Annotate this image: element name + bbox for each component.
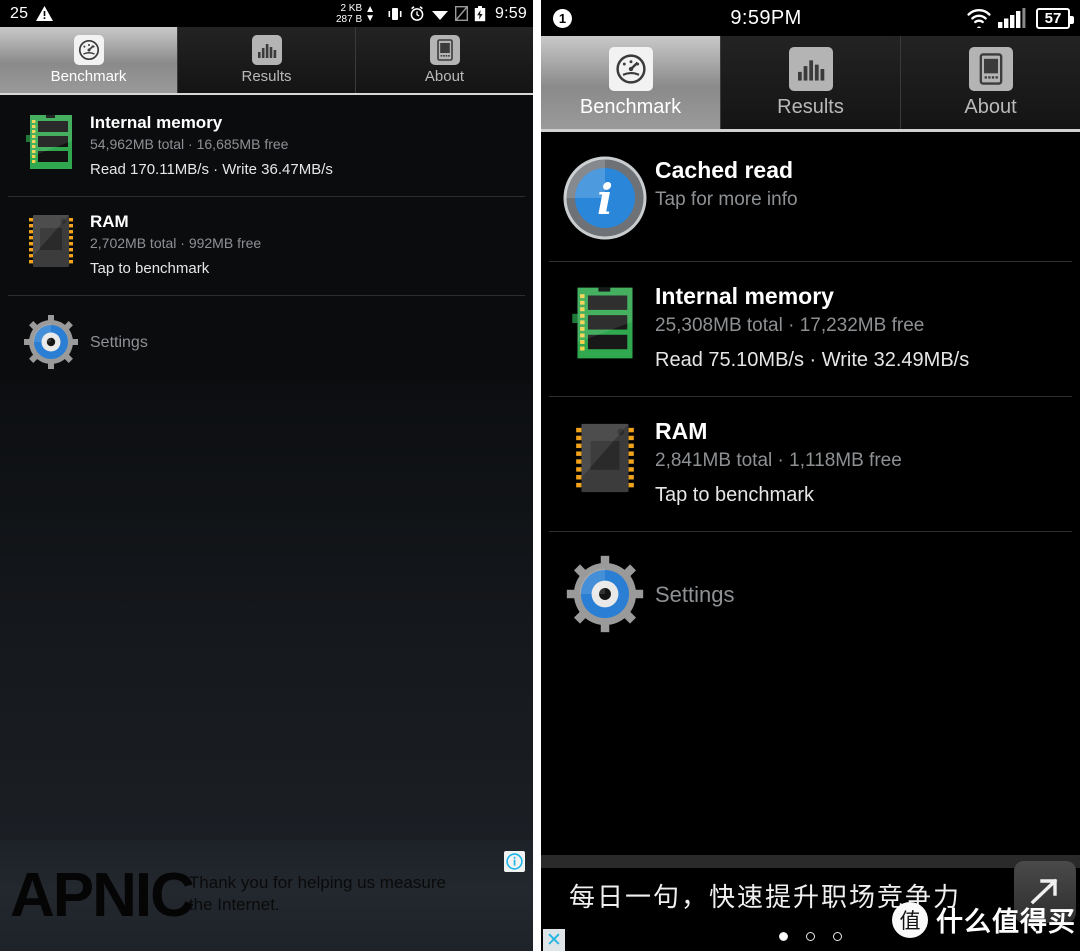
list-item-ram[interactable]: RAM 2,841MB total · 1,118MB free Tap to … xyxy=(541,396,1080,531)
tab-about-label: About xyxy=(424,68,465,85)
status-time: 9:59 xyxy=(495,4,527,22)
carousel-dot-2[interactable] xyxy=(806,932,815,941)
list-item-internal-memory[interactable]: Internal memory 25,308MB total · 17,232M… xyxy=(541,261,1080,396)
speedometer-icon xyxy=(608,46,653,91)
left-empty-area xyxy=(0,383,533,840)
list-item-title: Settings xyxy=(655,581,735,607)
right-empty-area xyxy=(541,640,1080,855)
list-item-title: Cached read xyxy=(655,157,794,183)
battery-charging-icon xyxy=(474,5,486,22)
tab-about[interactable]: About xyxy=(900,36,1080,129)
list-item-title: RAM xyxy=(90,212,129,231)
cached-read-text: Cached read Tap for more info xyxy=(655,155,1068,214)
wifi-icon xyxy=(966,8,992,28)
phone-icon xyxy=(429,35,460,65)
list-item-settings[interactable]: Settings xyxy=(0,295,533,389)
screenshot-stage: 25 2 KB 287 B ▲ ▼ 9:59 Benchmark Results… xyxy=(0,0,1080,951)
list-item-subtitle: 25,308MB total · 17,232MB free xyxy=(655,315,925,336)
signal-bars-icon xyxy=(998,8,1030,28)
ad-close-button[interactable]: ✕ xyxy=(543,929,565,951)
status-time: 9:59PM xyxy=(730,6,802,29)
carousel-dot-1[interactable] xyxy=(779,932,788,941)
traffic-up-value: 2 KB xyxy=(340,2,363,14)
traffic-down-value: 287 B xyxy=(336,13,363,25)
right-phone-screen: 1 9:59PM 57 Benchmark Results About i Ca… xyxy=(541,0,1080,951)
tab-results-label: Results xyxy=(777,95,844,118)
adchoices-info-icon[interactable] xyxy=(504,851,525,872)
right-status-bar: 1 9:59PM 57 xyxy=(541,0,1080,36)
memory-stick-green-icon xyxy=(12,111,90,173)
watermark-text: 什么值得买 xyxy=(936,907,1076,938)
left-ad-banner[interactable]: APNIC Thank you for helping us measure t… xyxy=(0,840,533,951)
list-item-title: Internal memory xyxy=(655,283,834,309)
svg-text:i: i xyxy=(597,175,613,224)
list-item-detail: Tap to benchmark xyxy=(90,260,210,277)
ram-text: RAM 2,702MB total · 992MB free Tap to be… xyxy=(90,210,523,281)
list-item-cached-read[interactable]: i Cached read Tap for more info xyxy=(541,135,1080,261)
memory-stick-green-icon xyxy=(555,281,655,365)
list-item-subtitle: 2,702MB total · 992MB free xyxy=(90,235,262,251)
tab-benchmark-label: Benchmark xyxy=(579,95,682,118)
list-item-detail: Read 75.10MB/s · Write 32.49MB/s xyxy=(655,349,970,371)
left-benchmark-list: Internal memory 54,962MB total · 16,685M… xyxy=(0,97,533,389)
tab-benchmark[interactable]: Benchmark xyxy=(541,36,720,129)
list-item-detail: Read 170.11MB/s · Write 36.47MB/s xyxy=(90,161,333,178)
tab-results-label: Results xyxy=(241,68,292,85)
right-tab-bar: Benchmark Results About xyxy=(541,36,1080,132)
notification-badge: 1 xyxy=(553,8,572,28)
list-item-subtitle: 2,841MB total · 1,118MB free xyxy=(655,450,902,471)
info-circle-icon: i xyxy=(555,155,655,241)
left-status-bar: 25 2 KB 287 B ▲ ▼ 9:59 xyxy=(0,0,533,27)
list-item-title: RAM xyxy=(655,418,708,444)
tab-results[interactable]: Results xyxy=(177,27,355,93)
list-item-title: Settings xyxy=(90,333,148,351)
gear-settings-icon xyxy=(12,313,90,371)
ad-separator xyxy=(541,855,1080,868)
ram-chip-icon xyxy=(12,210,90,272)
apnic-logo: APNIC xyxy=(10,860,195,930)
list-item-internal-memory[interactable]: Internal memory 54,962MB total · 16,685M… xyxy=(0,97,533,196)
settings-text: Settings xyxy=(655,579,1068,610)
tab-about-label: About xyxy=(964,95,1017,118)
left-tab-bar: Benchmark Results About xyxy=(0,27,533,95)
apnic-tagline: Thank you for helping us measure the Int… xyxy=(188,872,446,914)
list-item-subtitle: 54,962MB total · 16,685MB free xyxy=(90,136,289,152)
phone-icon xyxy=(968,46,1013,91)
internal-memory-text: Internal memory 54,962MB total · 16,685M… xyxy=(90,111,523,182)
watermark-mark: 值 xyxy=(892,901,928,938)
carousel-dot-3[interactable] xyxy=(833,932,842,941)
tab-benchmark-label: Benchmark xyxy=(50,68,127,85)
list-item-ram[interactable]: RAM 2,702MB total · 992MB free Tap to be… xyxy=(0,196,533,295)
battery-level-indicator: 57 xyxy=(1036,7,1075,29)
list-item-detail: Tap to benchmark xyxy=(655,484,814,506)
notification-count: 25 xyxy=(10,4,29,22)
settings-text: Settings xyxy=(90,331,523,354)
speedometer-icon xyxy=(73,35,104,65)
tab-results[interactable]: Results xyxy=(720,36,900,129)
left-phone-screen: 25 2 KB 287 B ▲ ▼ 9:59 Benchmark Results… xyxy=(0,0,533,951)
list-item-subtitle: Tap for more info xyxy=(655,189,798,210)
warning-triangle-icon xyxy=(36,6,54,21)
ram-text: RAM 2,841MB total · 1,118MB free Tap to … xyxy=(655,416,1068,511)
sim-missing-icon xyxy=(455,6,469,21)
tab-about[interactable]: About xyxy=(355,27,533,93)
vibrate-icon xyxy=(387,7,403,21)
internal-memory-text: Internal memory 25,308MB total · 17,232M… xyxy=(655,281,1068,376)
bar-chart-icon xyxy=(251,35,282,65)
ram-chip-icon xyxy=(555,416,655,500)
traffic-arrows-icon: ▲ ▼ xyxy=(365,3,376,24)
gear-settings-icon xyxy=(555,553,655,635)
alarm-clock-icon xyxy=(409,6,425,21)
watermark: 值 什么值得买 xyxy=(892,900,1076,939)
bar-chart-icon xyxy=(788,46,833,91)
right-benchmark-list: i Cached read Tap for more info Internal… xyxy=(541,135,1080,657)
wifi-icon xyxy=(431,7,449,21)
right-ad-banner[interactable]: 每日一句，快速提升职场竞争力 值 什么值得买 ✕ xyxy=(541,855,1080,951)
list-item-settings[interactable]: Settings xyxy=(541,531,1080,657)
data-traffic-indicator: 2 KB 287 B ▲ ▼ xyxy=(336,3,375,25)
list-item-title: Internal memory xyxy=(90,113,223,132)
tab-benchmark[interactable]: Benchmark xyxy=(0,27,177,93)
